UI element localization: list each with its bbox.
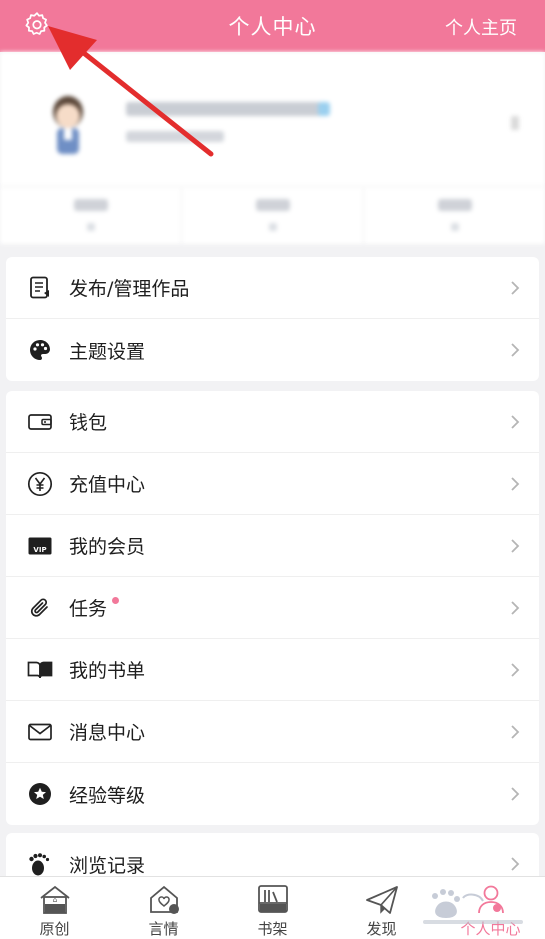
top-header: 个人中心 个人主页	[0, 0, 545, 52]
menu-label: 我的会员	[69, 536, 146, 558]
tab-label: 言情	[148, 920, 179, 938]
menu-label: 任务	[69, 598, 108, 620]
menu-item-experience-level[interactable]: 经验等级	[6, 763, 539, 825]
palette-icon	[27, 337, 53, 363]
open-book-icon	[27, 657, 53, 683]
menu-item-booklist[interactable]: 我的书单	[6, 639, 539, 701]
menu-item-messages[interactable]: 消息中心	[6, 701, 539, 763]
paperclip-icon	[27, 595, 53, 621]
menu-label: 充值中心	[69, 474, 146, 496]
avatar[interactable]	[44, 92, 92, 158]
menu-label: 浏览记录	[69, 854, 146, 877]
tab-bookshelf[interactable]: 书架	[218, 877, 327, 939]
chevron-right-icon	[511, 477, 520, 491]
profile-stats	[0, 186, 545, 244]
menu-card-works: 发布/管理作品 主题设置	[6, 257, 539, 381]
chevron-right-icon	[511, 281, 520, 295]
gear-icon[interactable]	[22, 10, 52, 40]
profile-chevron-icon	[511, 116, 519, 130]
user-id-placeholder	[126, 131, 224, 142]
notification-dot	[112, 597, 120, 604]
menu-label: 钱包	[69, 412, 108, 434]
menu-label: 消息中心	[69, 722, 146, 744]
chevron-right-icon	[511, 343, 520, 357]
wallet-icon	[27, 409, 53, 435]
chevron-right-icon	[511, 601, 520, 615]
stat-following[interactable]	[0, 187, 182, 244]
chevron-right-icon	[511, 787, 520, 801]
tab-label: 原创	[39, 920, 70, 938]
menu-label: 经验等级	[69, 784, 146, 807]
stat-works[interactable]	[364, 187, 545, 244]
menu-card-account: 钱包 充值中心 VIP 我的会员 任务 我的书单 消息中心 经验等级	[6, 391, 539, 825]
chevron-right-icon	[511, 725, 520, 739]
level-badge	[318, 102, 330, 116]
menu-label: 我的书单	[69, 660, 146, 682]
tab-original[interactable]: ⌂ 原创	[0, 877, 109, 939]
yen-circle-icon	[27, 471, 53, 497]
menu-item-wallet[interactable]: 钱包	[6, 391, 539, 453]
menu-item-theme-settings[interactable]: 主题设置	[6, 319, 539, 381]
menu-item-publish-manage[interactable]: 发布/管理作品	[6, 257, 539, 319]
page-title: 个人中心	[228, 15, 317, 39]
svg-text:⌂: ⌂	[52, 896, 56, 904]
vip-badge-text: VIP	[33, 546, 46, 554]
star-badge-icon	[27, 781, 53, 807]
tab-label: 发现	[366, 920, 397, 938]
footprints-icon	[27, 851, 53, 877]
chevron-right-icon	[511, 857, 520, 871]
profile-summary[interactable]	[0, 52, 545, 244]
vip-card-icon: VIP	[27, 533, 53, 559]
menu-label: 发布/管理作品	[69, 278, 190, 300]
house-heart-icon	[149, 885, 179, 914]
menu-item-membership[interactable]: VIP 我的会员	[6, 515, 539, 577]
tab-romance[interactable]: 言情	[109, 877, 218, 939]
paper-plane-icon	[365, 886, 398, 914]
house-icon: ⌂	[39, 885, 70, 914]
watermark-logo	[423, 889, 523, 924]
bookshelf-icon	[257, 885, 288, 913]
chevron-right-icon	[511, 415, 520, 429]
chevron-right-icon	[511, 663, 520, 677]
envelope-icon	[27, 719, 53, 745]
username-placeholder	[126, 102, 326, 116]
personal-homepage-link[interactable]: 个人主页	[445, 14, 517, 40]
tab-label: 书架	[257, 920, 288, 938]
stat-followers[interactable]	[182, 187, 364, 244]
menu-item-tasks[interactable]: 任务	[6, 577, 539, 639]
menu-item-recharge[interactable]: 充值中心	[6, 453, 539, 515]
menu-label: 主题设置	[69, 340, 146, 363]
document-icon	[27, 275, 53, 301]
chevron-right-icon	[511, 539, 520, 553]
